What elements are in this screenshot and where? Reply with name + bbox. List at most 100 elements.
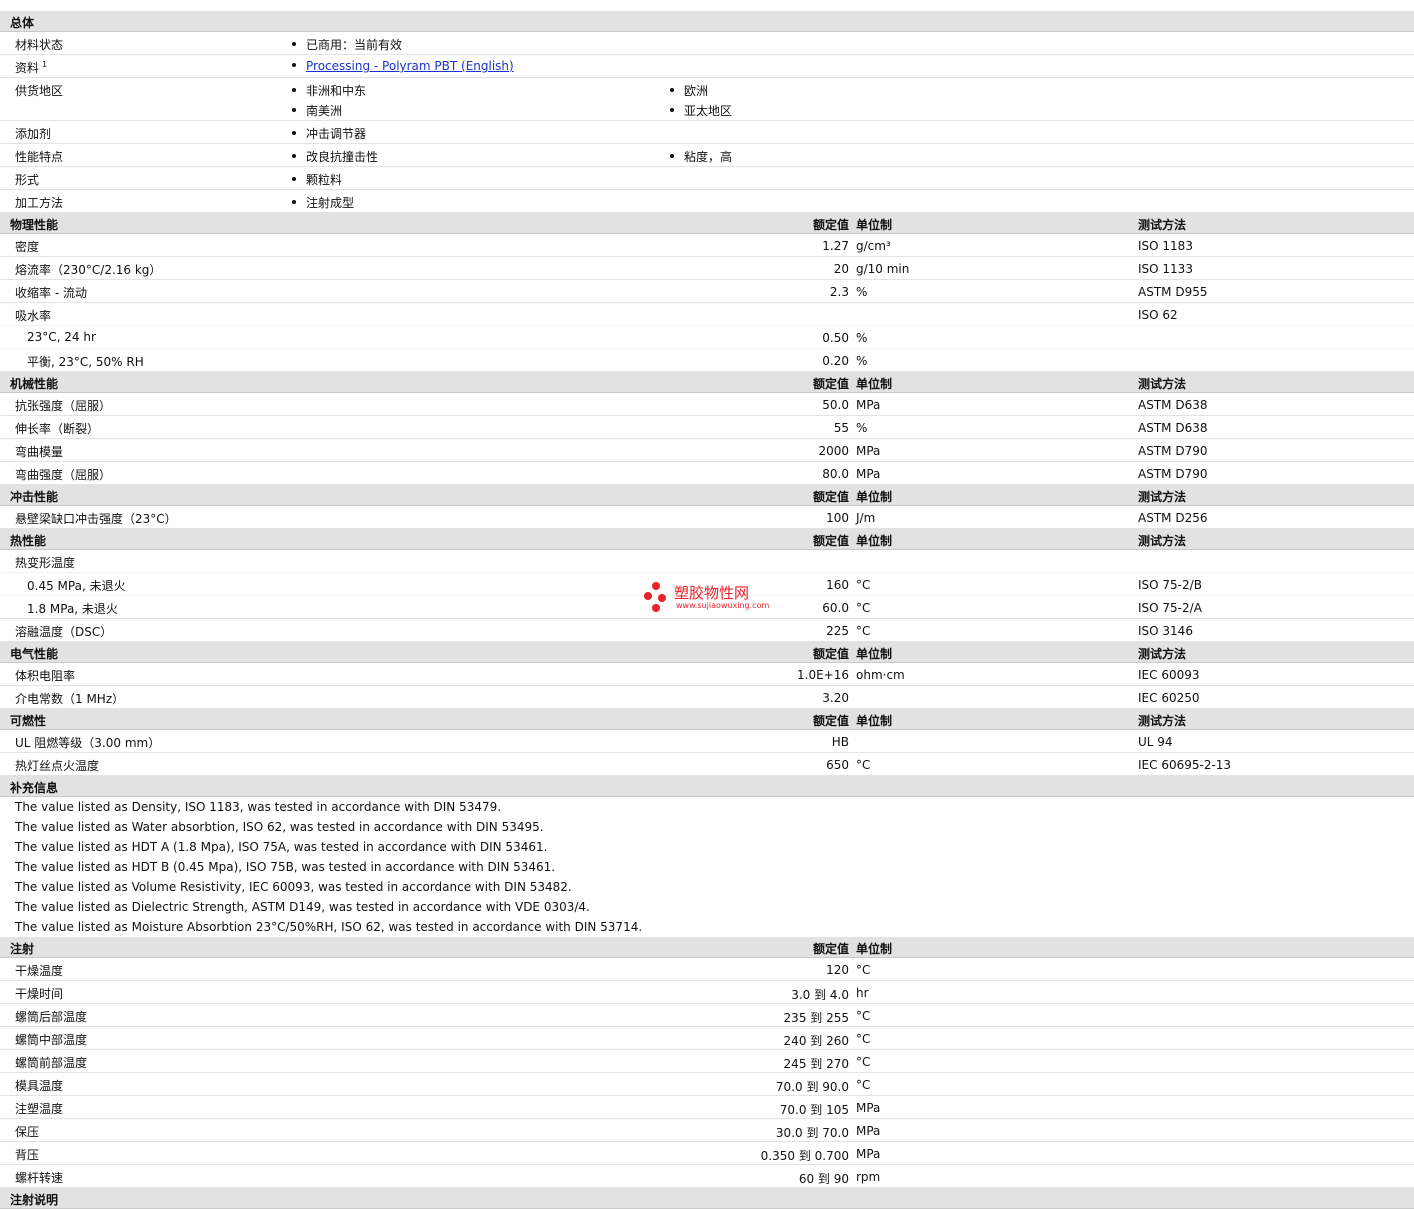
section-header-thermal: 热性能 额定值 单位制 测试方法	[0, 529, 1414, 550]
row-label: 干燥温度	[15, 964, 64, 978]
bullet-icon	[292, 62, 296, 67]
note-line: The value listed as HDT B (0.45 Mpa), IS…	[0, 857, 1414, 877]
section-header-overview: 总体	[0, 11, 1414, 32]
column-header-value: 额定值	[812, 647, 849, 661]
bullet-icon	[292, 153, 296, 158]
row-label: 熔流率（230°C/2.16 kg）	[15, 263, 162, 277]
processing-document-link[interactable]: Processing - Polyram PBT (English)	[306, 59, 514, 73]
row-unit: °C	[856, 1078, 871, 1092]
data-row: 干燥温度 120 °C	[0, 958, 1414, 981]
data-row: 抗张强度（屈服） 50.0 MPa ASTM D638	[0, 393, 1414, 416]
bullet-item: 已商用：当前有效	[292, 36, 402, 53]
row-label: 模具温度	[15, 1079, 64, 1093]
data-row: 螺杆转速 60 到 90 rpm	[0, 1165, 1414, 1188]
row-label: 性能特点	[15, 150, 64, 164]
note-text: The value listed as HDT A (1.8 Mpa), ISO…	[15, 840, 548, 854]
row-documents: 资料 1 Processing - Polyram PBT (English)	[0, 55, 1414, 78]
row-method: IEC 60093	[1138, 668, 1200, 682]
row-additive: 添加剂 冲击调节器	[0, 121, 1414, 144]
bullet-text: 南美洲	[306, 104, 343, 118]
column-header-unit: 单位制	[856, 647, 893, 661]
bullet-item: 亚太地区	[670, 102, 732, 119]
row-label: 溶融温度（DSC）	[15, 625, 113, 639]
row-value: HB	[831, 735, 849, 749]
row-label: 螺筒中部温度	[15, 1033, 88, 1047]
column-header-unit: 单位制	[856, 377, 893, 391]
section-title: 补充信息	[10, 781, 59, 795]
logo-dot-icon	[652, 582, 660, 590]
row-value: 235 到 255	[783, 1011, 849, 1025]
section-title: 注射	[10, 942, 35, 956]
section-title: 机械性能	[10, 377, 59, 391]
row-method: UL 94	[1138, 735, 1173, 749]
row-value: 120	[826, 963, 849, 977]
row-unit: °C	[856, 601, 871, 615]
row-method: ISO 75-2/A	[1138, 601, 1202, 615]
row-label: 添加剂	[15, 127, 52, 141]
row-label: 保压	[15, 1125, 40, 1139]
data-row: 弯曲模量 2000 MPa ASTM D790	[0, 439, 1414, 462]
note-line: The value listed as Water absorbtion, IS…	[0, 817, 1414, 837]
row-value: 100	[826, 511, 849, 525]
row-method: ISO 1133	[1138, 262, 1193, 276]
row-form: 形式 颗粒料	[0, 167, 1414, 190]
row-processing-method: 加工方法 注射成型	[0, 190, 1414, 213]
row-unit: MPa	[856, 398, 881, 412]
watermark-text: 塑胶物性网	[674, 584, 750, 602]
row-value: 245 到 270	[783, 1057, 849, 1071]
section-header-electrical: 电气性能 额定值 单位制 测试方法	[0, 642, 1414, 663]
bullet-item: 非洲和中东	[292, 82, 366, 99]
column-header-method: 测试方法	[1138, 534, 1187, 548]
bullet-text: 已商用：当前有效	[306, 38, 403, 52]
row-method: ISO 75-2/B	[1138, 578, 1202, 592]
section-title: 热性能	[10, 534, 47, 548]
column-header-unit: 单位制	[856, 534, 893, 548]
row-label: 弯曲模量	[15, 445, 64, 459]
row-label: 伸长率（断裂）	[15, 422, 100, 436]
column-header-method: 测试方法	[1138, 714, 1187, 728]
row-unit: MPa	[856, 1147, 881, 1161]
row-value: 2000	[818, 444, 849, 458]
column-header-method: 测试方法	[1138, 218, 1187, 232]
row-value: 240 到 260	[783, 1034, 849, 1048]
row-method: ISO 62	[1138, 308, 1178, 322]
row-unit: °C	[856, 624, 871, 638]
bullet-item: 改良抗撞击性	[292, 148, 378, 165]
note-text: The value listed as Density, ISO 1183, w…	[15, 800, 502, 814]
bullet-text: 冲击调节器	[306, 127, 367, 141]
row-value: 3.20	[822, 691, 849, 705]
data-row: 弯曲强度（屈服） 80.0 MPa ASTM D790	[0, 462, 1414, 485]
bullet-icon	[670, 153, 674, 158]
data-row: 介电常数（1 MHz） 3.20 IEC 60250	[0, 686, 1414, 709]
section-title: 物理性能	[10, 218, 59, 232]
row-label: 螺筒前部温度	[15, 1056, 88, 1070]
bullet-icon	[292, 107, 296, 112]
logo-dot-icon	[644, 592, 652, 600]
logo-dot-icon	[658, 594, 666, 602]
row-label: 23°C, 24 hr	[27, 330, 96, 344]
row-label: 1.8 MPa, 未退火	[27, 602, 118, 616]
row-unit: MPa	[856, 1124, 881, 1138]
data-row: 螺筒前部温度 245 到 270 °C	[0, 1050, 1414, 1073]
section-header-impact: 冲击性能 额定值 单位制 测试方法	[0, 485, 1414, 506]
data-row: 背压 0.350 到 0.700 MPa	[0, 1142, 1414, 1165]
section-header-physical: 物理性能 额定值 单位制 测试方法	[0, 213, 1414, 234]
data-row: 干燥时间 3.0 到 4.0 hr	[0, 981, 1414, 1004]
data-row: 螺筒中部温度 240 到 260 °C	[0, 1027, 1414, 1050]
bullet-item: 冲击调节器	[292, 125, 366, 142]
row-value: 55	[833, 421, 849, 435]
note-line: The value listed as Dielectric Strength,…	[0, 897, 1414, 917]
note-line: The value listed as Density, ISO 1183, w…	[0, 797, 1414, 817]
column-header-value: 额定值	[812, 534, 849, 548]
column-header-unit: 单位制	[856, 218, 893, 232]
row-unit: °C	[856, 578, 871, 592]
row-label: 热灯丝点火温度	[15, 759, 100, 773]
data-row: 伸长率（断裂） 55 % ASTM D638	[0, 416, 1414, 439]
row-value: 650	[826, 758, 849, 772]
data-row: 密度 1.27 g/cm³ ISO 1183	[0, 234, 1414, 257]
data-row: 溶融温度（DSC） 225 °C ISO 3146	[0, 619, 1414, 642]
logo-dot-icon	[652, 604, 660, 612]
row-unit: MPa	[856, 1101, 881, 1115]
row-method: ASTM D955	[1138, 285, 1208, 299]
row-value: 0.50	[822, 331, 849, 345]
